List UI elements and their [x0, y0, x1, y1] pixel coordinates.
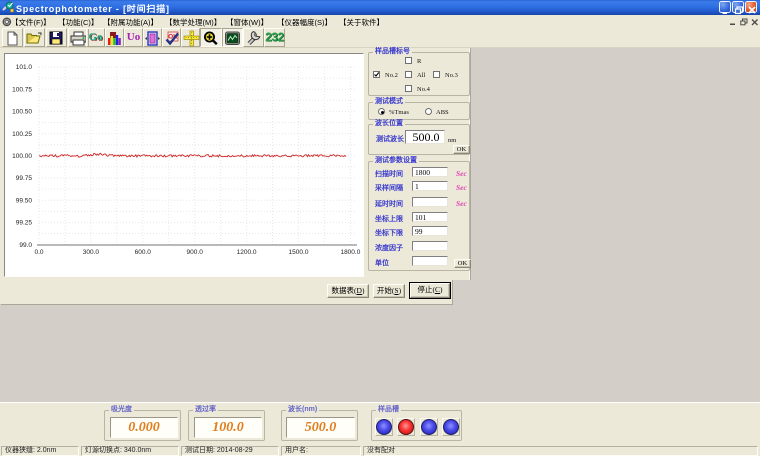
svg-text:100.00: 100.00	[12, 153, 32, 160]
svg-text:900.0: 900.0	[187, 249, 204, 256]
svg-text:1500.0: 1500.0	[289, 249, 309, 256]
svg-text:99.25: 99.25	[16, 220, 33, 227]
svg-text:300.0: 300.0	[83, 249, 100, 256]
svg-text:99.75: 99.75	[16, 175, 33, 182]
svg-text:99.0: 99.0	[19, 242, 32, 249]
svg-text:1800.0: 1800.0	[340, 249, 360, 256]
svg-text:100.75: 100.75	[12, 86, 32, 93]
svg-text:100.25: 100.25	[12, 131, 32, 138]
svg-text:1200.0: 1200.0	[237, 249, 257, 256]
svg-text:101.0: 101.0	[16, 64, 33, 71]
svg-text:99.50: 99.50	[16, 197, 33, 204]
svg-text:0.0: 0.0	[34, 249, 43, 256]
svg-text:600.0: 600.0	[135, 249, 152, 256]
svg-text:100.50: 100.50	[12, 109, 32, 116]
